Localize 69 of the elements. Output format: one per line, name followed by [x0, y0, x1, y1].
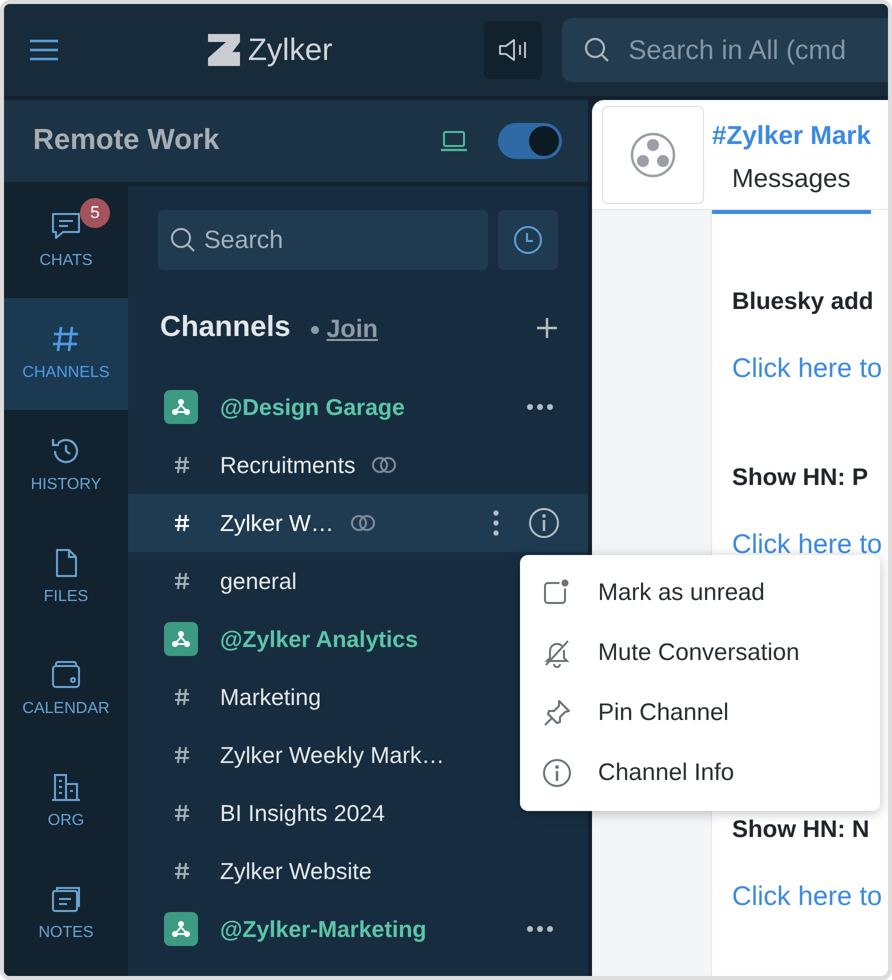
group-icon	[630, 132, 676, 178]
channel-name: Zylker Website	[220, 856, 372, 886]
channel-title: #Zylker Mark	[712, 119, 871, 152]
menu-icon	[28, 38, 60, 62]
brand-name: Zylker	[248, 30, 332, 69]
hash-icon	[174, 804, 190, 822]
search-icon	[170, 227, 196, 253]
channel-name: BI Insights 2024	[220, 798, 385, 828]
search-field[interactable]: Search in All (cmd	[562, 18, 888, 82]
message-link[interactable]: Click here to	[732, 351, 882, 385]
more-icon	[526, 925, 554, 933]
channel-name: general	[220, 566, 297, 596]
channel-name: Marketing	[220, 682, 321, 712]
more-button[interactable]	[526, 403, 554, 411]
channel-item[interactable]: Zylker Website	[128, 842, 588, 900]
add-button[interactable]	[536, 317, 558, 339]
people-icon	[171, 397, 191, 417]
tab[interactable]: Messages	[712, 155, 870, 214]
hash-icon	[174, 862, 190, 880]
hash-icon	[174, 514, 190, 532]
nav-item[interactable]: FILES	[4, 522, 128, 634]
workspace-name: Remote Work	[33, 123, 220, 158]
message-title: Show HN: N	[732, 815, 870, 845]
nav-item[interactable]: NOTES	[4, 858, 128, 970]
menu-button[interactable]	[28, 38, 60, 62]
plus-icon	[536, 317, 558, 339]
bell-off-icon	[542, 638, 572, 668]
info-icon[interactable]	[528, 507, 560, 539]
channel-name: Zylker Weekly Mark…	[220, 740, 444, 770]
message-link[interactable]: Click here to	[732, 879, 882, 913]
team-name: @Zylker-Marketing	[220, 914, 426, 944]
laptop-icon	[440, 130, 468, 152]
more-button[interactable]	[526, 925, 554, 933]
people-icon	[171, 919, 191, 939]
clock-icon	[512, 224, 544, 256]
nav-item[interactable]: HISTORY	[4, 410, 128, 522]
building-icon	[50, 771, 82, 803]
nav-item[interactable]: ORG	[4, 746, 128, 858]
nav-item[interactable]: CHANNELS	[4, 298, 128, 410]
search-icon	[584, 37, 610, 63]
toggle-switch[interactable]	[498, 123, 562, 159]
more-icon	[526, 403, 554, 411]
logo-icon	[208, 34, 240, 66]
nav-item[interactable]: CALENDAR	[4, 634, 128, 746]
nav-item[interactable]: CHATS 5	[4, 186, 128, 298]
search-field[interactable]: Search	[158, 210, 488, 270]
channel-name: Recruitments	[220, 450, 356, 480]
separator-dot	[310, 326, 319, 334]
recent-button[interactable]	[498, 210, 558, 270]
calendar-icon	[50, 659, 82, 691]
message-title: Show HN: P	[732, 463, 869, 493]
hash-icon	[174, 572, 190, 590]
channel-item[interactable]: Zylker W…	[128, 494, 588, 552]
info-icon	[542, 758, 572, 788]
team-name: @Design Garage	[220, 392, 405, 422]
message-title: Bluesky add	[732, 287, 874, 317]
hash-icon	[174, 746, 190, 764]
team-name: @Zylker Analytics	[220, 624, 418, 654]
hash-icon	[174, 688, 190, 706]
hash-icon	[174, 456, 190, 474]
section-title: Channels	[160, 310, 291, 346]
channel-item[interactable]: Recruitments	[128, 436, 588, 494]
unread-badge: 5	[80, 198, 110, 228]
speaker-button[interactable]	[484, 21, 542, 79]
kebab-icon[interactable]	[492, 509, 500, 537]
channel-name: Zylker W…	[220, 508, 334, 538]
join-link[interactable]: Join	[326, 311, 378, 349]
people-icon	[171, 629, 191, 649]
pin-icon	[542, 698, 572, 728]
